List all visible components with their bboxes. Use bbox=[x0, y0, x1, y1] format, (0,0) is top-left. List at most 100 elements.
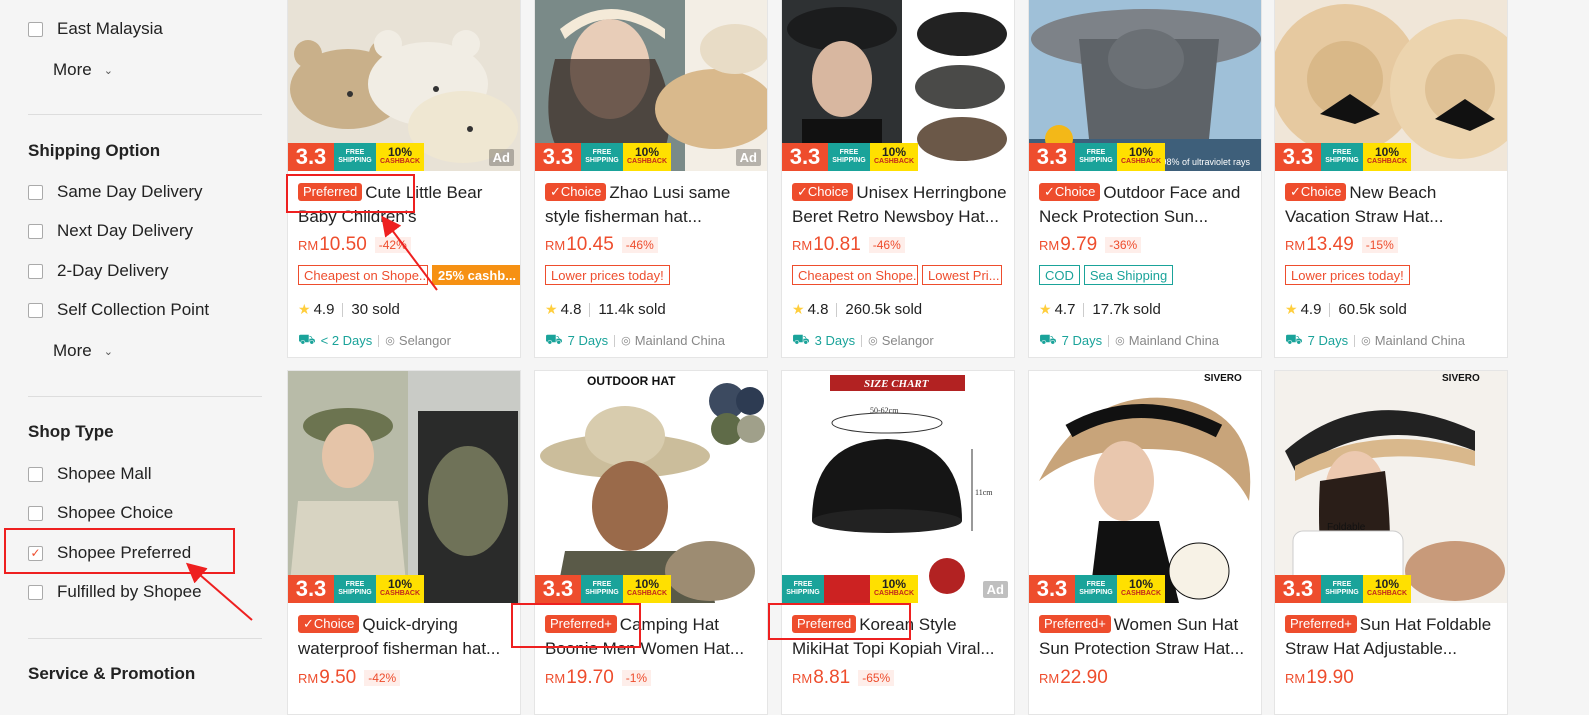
product-title[interactable]: Preferred+ Sun Hat Foldable Straw Hat Adj… bbox=[1285, 613, 1501, 661]
service-promotion-heading: Service & Promotion bbox=[28, 664, 196, 683]
promo-tags: Lower prices today! bbox=[545, 265, 670, 285]
truck-icon: ⛟ bbox=[1039, 331, 1057, 347]
shipping-info: ⛟ 3 Days ◎ Selangor bbox=[792, 331, 934, 348]
location-pin-icon: ◎ bbox=[1361, 335, 1371, 347]
product-price: RM 9.50 -42% bbox=[298, 667, 401, 689]
outdoor-hat-caption: OUTDOOR HAT bbox=[587, 374, 676, 388]
promo-banner: 3.3 FREE SHIPPING 10% CASHBACK bbox=[1275, 575, 1411, 603]
checkbox[interactable] bbox=[28, 21, 43, 37]
filter-east-malaysia[interactable]: East Malaysia bbox=[28, 17, 163, 41]
rating-sold: ★ 4.9 60.5k sold bbox=[1285, 301, 1407, 318]
product-title[interactable]: ✓Choice Zhao Lusi same style fisherman ha… bbox=[545, 181, 761, 229]
product-price: RM 22.90 bbox=[1039, 667, 1108, 688]
promo-banner: 3.3 FREE SHIPPING 10% CASHBACK bbox=[782, 143, 918, 171]
truck-icon: ⛟ bbox=[545, 331, 563, 347]
product-image[interactable]: 3.3 FREE SHIPPING 10% CASHBACK bbox=[1275, 0, 1507, 171]
product-card[interactable]: 3.3 FREE SHIPPING 10% CASHBACK Ad ✓Choice Zh… bbox=[534, 0, 768, 358]
foldable-caption: Foldable bbox=[1327, 522, 1366, 533]
product-price: RM 10.45 -46% bbox=[545, 234, 658, 256]
divider bbox=[28, 638, 262, 639]
product-title[interactable]: ✓Choice New Beach Vacation Straw Hat... bbox=[1285, 181, 1501, 229]
choice-badge: ✓Choice bbox=[1285, 183, 1347, 201]
product-title[interactable]: ✓Choice Unisex Herringbone Beret Retro Ne… bbox=[792, 181, 1008, 229]
promo-banner: 3.3 FREE SHIPPING 10% CASHBACK bbox=[288, 575, 424, 603]
filter-self-collection[interactable]: Self Collection Point bbox=[28, 298, 209, 322]
product-title[interactable]: Preferred Cute Little Bear Baby Children'… bbox=[298, 181, 514, 229]
divider bbox=[28, 396, 262, 397]
promo-banner: 3.3 FREE SHIPPING 10% CASHBACK bbox=[535, 575, 671, 603]
divider bbox=[28, 114, 262, 115]
filter-fulfilled-by-shopee[interactable]: Fulfilled by Shopee bbox=[28, 580, 202, 604]
chevron-down-icon: ⌄ bbox=[103, 64, 113, 77]
size-chart-caption: SIZE CHART bbox=[864, 378, 930, 390]
product-card[interactable]: 3.3 FREE SHIPPING 10% CASHBACK ✓Choice Quick… bbox=[287, 370, 521, 715]
product-card[interactable]: 3.3 FREE SHIPPING 10% CASHBACK Ad Preferred… bbox=[287, 0, 521, 358]
product-card[interactable]: SIVERO 3.3 FREE SHIPPING 10% CASHBACK Prefe… bbox=[1028, 370, 1262, 715]
rating-sold: ★ 4.8 11.4k sold bbox=[545, 301, 666, 318]
promo-banner: 3.3 FREE SHIPPING 10% CASHBACK bbox=[288, 143, 424, 171]
product-card[interactable]: 3.3 FREE SHIPPING 10% CASHBACK ✓Choice Unise… bbox=[781, 0, 1015, 358]
product-title[interactable]: ✓Choice Outdoor Face and Neck Protection … bbox=[1039, 181, 1255, 229]
filter-shopee-mall[interactable]: Shopee Mall bbox=[28, 462, 152, 486]
shipping-more-button[interactable]: More ⌄ bbox=[53, 341, 113, 361]
product-price: RM 10.50 -42% bbox=[298, 234, 411, 256]
location-pin-icon: ◎ bbox=[385, 335, 395, 347]
product-card[interactable]: an 98% of ultraviolet rays 3.3 FREE SHIPP… bbox=[1028, 0, 1262, 358]
filter-shopee-choice[interactable]: Shopee Choice bbox=[28, 501, 173, 525]
preferred-plus-badge: Preferred+ bbox=[1285, 615, 1357, 633]
product-card[interactable]: SIVERO Foldable 3.3 FREE SHIPPING 10% CASHBA… bbox=[1274, 370, 1508, 715]
checkbox[interactable] bbox=[28, 505, 43, 521]
rating-sold: ★ 4.8 260.5k sold bbox=[792, 301, 923, 318]
checkbox[interactable] bbox=[28, 223, 43, 239]
filter-same-day[interactable]: Same Day Delivery bbox=[28, 180, 203, 204]
promo-tags: Cheapest on Shope... 25% cashb... bbox=[298, 265, 520, 285]
checkbox[interactable] bbox=[28, 466, 43, 482]
filter-2-day[interactable]: 2-Day Delivery bbox=[28, 259, 168, 283]
product-title[interactable]: Preferred+ Women Sun Hat Sun Protection S… bbox=[1039, 613, 1255, 661]
filter-next-day[interactable]: Next Day Delivery bbox=[28, 219, 193, 243]
product-price: RM 19.70 -1% bbox=[545, 667, 652, 689]
star-icon: ★ bbox=[298, 301, 311, 317]
product-title[interactable]: ✓Choice Quick-drying waterproof fisherman… bbox=[298, 613, 514, 661]
product-card[interactable]: SIZE CHART 50-62cm 11cm FREE SHIPPING 10% CA… bbox=[781, 370, 1015, 715]
product-image[interactable]: 3.3 FREE SHIPPING 10% CASHBACK Ad bbox=[288, 0, 520, 171]
brand-label: SIVERO bbox=[1442, 373, 1480, 384]
location-pin-icon: ◎ bbox=[868, 335, 878, 347]
height-label: 11cm bbox=[975, 488, 993, 497]
product-image[interactable]: an 98% of ultraviolet rays 3.3 FREE SHIPP… bbox=[1029, 0, 1261, 171]
truck-icon: ⛟ bbox=[298, 331, 316, 347]
product-image[interactable]: 3.3 FREE SHIPPING 10% CASHBACK bbox=[288, 371, 520, 603]
product-title[interactable]: Preferred Korean Style MikiHat Topi Kopia… bbox=[792, 613, 1008, 661]
product-price: RM 9.79 -36% bbox=[1039, 234, 1142, 256]
location-pin-icon: ◎ bbox=[1115, 335, 1125, 347]
product-image[interactable]: 3.3 FREE SHIPPING 10% CASHBACK Ad bbox=[535, 0, 767, 171]
product-image[interactable]: OUTDOOR HAT 3.3 FREE SHIPPING 10% CASHBACK bbox=[535, 371, 767, 603]
rating-sold: ★ 4.9 30 sold bbox=[298, 301, 400, 318]
product-image[interactable]: 3.3 FREE SHIPPING 10% CASHBACK bbox=[782, 0, 1014, 171]
checkbox[interactable] bbox=[28, 302, 43, 318]
preferred-plus-badge: Preferred+ bbox=[1039, 615, 1111, 633]
product-price: RM 10.81 -46% bbox=[792, 234, 905, 256]
product-card[interactable]: 3.3 FREE SHIPPING 10% CASHBACK ✓Choice New B… bbox=[1274, 0, 1508, 358]
product-card[interactable]: OUTDOOR HAT 3.3 FREE SHIPPING 10% CASHBACK … bbox=[534, 370, 768, 715]
promo-banner: FREE SHIPPING 10% CASHBACK bbox=[782, 575, 918, 603]
product-image[interactable]: SIVERO 3.3 FREE SHIPPING 10% CASHBACK bbox=[1029, 371, 1261, 603]
preferred-plus-badge: Preferred+ bbox=[545, 615, 617, 633]
checkbox-checked[interactable]: ✓ bbox=[28, 545, 43, 561]
star-icon: ★ bbox=[792, 301, 805, 317]
promo-tags: COD Sea Shipping bbox=[1039, 265, 1174, 285]
shipping-info: ⛟ 7 Days ◎ Mainland China bbox=[545, 331, 726, 348]
filter-shopee-preferred[interactable]: ✓ Shopee Preferred bbox=[28, 541, 191, 565]
shop-type-heading: Shop Type bbox=[28, 422, 114, 441]
location-more-button[interactable]: More ⌄ bbox=[53, 60, 113, 80]
product-title[interactable]: Preferred+ Camping Hat Boonie Men Women H… bbox=[545, 613, 761, 661]
checkbox[interactable] bbox=[28, 263, 43, 279]
size-label: 50-62cm bbox=[870, 406, 899, 415]
checkbox[interactable] bbox=[28, 584, 43, 600]
shipping-info: ⛟ 7 Days ◎ Mainland China bbox=[1039, 331, 1220, 348]
star-icon: ★ bbox=[545, 301, 558, 317]
product-image[interactable]: SIZE CHART 50-62cm 11cm FREE SHIPPING 10% CA… bbox=[782, 371, 1014, 603]
product-image[interactable]: SIVERO Foldable 3.3 FREE SHIPPING 10% CASHBA… bbox=[1275, 371, 1507, 603]
ad-tag: Ad bbox=[982, 581, 1008, 598]
checkbox[interactable] bbox=[28, 184, 43, 200]
